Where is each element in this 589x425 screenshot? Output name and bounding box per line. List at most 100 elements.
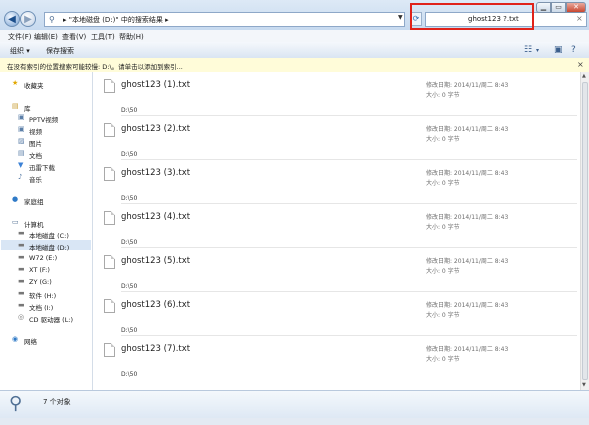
breadcrumb-arrow-end[interactable]: ▸: [165, 16, 169, 24]
drive-icon: ▬: [18, 241, 25, 249]
text-file-icon: [104, 343, 115, 357]
file-name[interactable]: ghost123 (6).txt: [121, 300, 190, 310]
star-icon: ★: [12, 79, 19, 87]
text-file-icon: [104, 299, 115, 313]
close-button[interactable]: ✕: [566, 2, 586, 13]
help-icon[interactable]: ?: [571, 45, 576, 55]
file-name[interactable]: ghost123 (2).txt: [121, 124, 190, 134]
file-path: D:\50: [121, 107, 138, 114]
menu-edit[interactable]: 编辑(E): [34, 32, 58, 42]
file-path: D:\50: [121, 239, 138, 246]
info-bar-close-icon[interactable]: ×: [577, 60, 584, 69]
info-bar-text[interactable]: 在没有索引的位置搜索可能较慢: D:\。请单击以添加到索引...: [7, 61, 183, 71]
sidebar-item-thunder-downloads[interactable]: 迅雷下载: [29, 162, 55, 172]
sidebar-item-pictures[interactable]: 图片: [29, 138, 42, 148]
view-dropdown-icon[interactable]: ▾: [536, 47, 539, 54]
sidebar-item-drive-h[interactable]: 软件 (H:): [29, 290, 56, 300]
breadcrumb-arrow: ▸: [63, 16, 67, 24]
sidebar-item-videos[interactable]: 视频: [29, 126, 42, 136]
maximize-button[interactable]: ▭: [551, 2, 566, 13]
file-name[interactable]: ghost123 (1).txt: [121, 80, 190, 90]
file-name[interactable]: ghost123 (3).txt: [121, 168, 190, 178]
library-icon: ▤: [12, 102, 19, 110]
list-item[interactable]: ghost123 (2).txt 修改日期: 2014/11/周二 8:43 大…: [93, 116, 580, 160]
back-button[interactable]: ◀: [4, 11, 20, 27]
sidebar-item-cd-drive[interactable]: CD 驱动器 (L:): [29, 314, 73, 324]
menu-file[interactable]: 文件(F): [8, 32, 32, 42]
command-bar: 组织 ▾ 保存搜索 ☷ ▾ ▣ ?: [0, 42, 589, 59]
menu-tools[interactable]: 工具(T): [91, 32, 115, 42]
drive-icon: ▬: [18, 301, 25, 309]
scroll-thumb[interactable]: [582, 82, 588, 380]
sidebar-item-documents[interactable]: 文档: [29, 150, 42, 160]
minimize-button[interactable]: ▁: [536, 2, 551, 13]
file-size: 大小: 0 字节: [426, 312, 460, 319]
file-size: 大小: 0 字节: [426, 224, 460, 231]
list-item[interactable]: ghost123 (5).txt 修改日期: 2014/11/周二 8:43 大…: [93, 248, 580, 292]
organize-button[interactable]: 组织 ▾: [10, 46, 30, 56]
file-name[interactable]: ghost123 (4).txt: [121, 212, 190, 222]
address-dropdown-icon[interactable]: ▼: [398, 14, 403, 21]
sidebar-item-computer[interactable]: 计算机: [24, 219, 44, 229]
scroll-down-icon[interactable]: ▼: [582, 382, 586, 388]
list-item[interactable]: ghost123 (3).txt 修改日期: 2014/11/周二 8:43 大…: [93, 160, 580, 204]
text-file-icon: [104, 123, 115, 137]
file-size: 大小: 0 字节: [426, 356, 460, 363]
drive-icon: ▬: [18, 289, 25, 297]
save-search-button[interactable]: 保存搜索: [46, 46, 74, 56]
file-modified: 修改日期: 2014/11/周二 8:43: [426, 302, 509, 309]
sidebar-item-music[interactable]: 音乐: [29, 174, 42, 184]
sidebar-item-drive-d[interactable]: 本地磁盘 (D:): [29, 242, 69, 252]
document-icon: ▤: [18, 149, 25, 157]
sidebar-item-library[interactable]: 库: [24, 103, 31, 113]
list-item[interactable]: ghost123 (4).txt 修改日期: 2014/11/周二 8:43 大…: [93, 204, 580, 248]
network-icon: ◉: [12, 335, 19, 343]
cd-drive-icon: ◎: [18, 313, 25, 321]
breadcrumb-current[interactable]: "本地磁盘 (D:)" 中的搜索结果: [69, 16, 163, 24]
clear-search-icon[interactable]: ×: [576, 14, 583, 23]
menu-bar: 文件(F) 编辑(E) 查看(V) 工具(T) 帮助(H): [0, 30, 589, 42]
file-name[interactable]: ghost123 (5).txt: [121, 256, 190, 266]
search-highlight-box: [410, 3, 534, 30]
file-path: D:\50: [121, 151, 138, 158]
search-icon: ⚲: [9, 393, 23, 414]
file-name[interactable]: ghost123 (7).txt: [121, 344, 190, 354]
sidebar-item-drive-i[interactable]: 文档 (I:): [29, 302, 53, 312]
sidebar-item-favorites[interactable]: 收藏夹: [24, 80, 44, 90]
sidebar-item-homegroup[interactable]: 家庭组: [24, 196, 44, 206]
index-info-bar[interactable]: 在没有索引的位置搜索可能较慢: D:\。请单击以添加到索引... ×: [0, 58, 589, 73]
search-results-list: ghost123 (1).txt 修改日期: 2014/11/周二 8:43 大…: [93, 72, 580, 390]
video-icon: ▣: [18, 125, 25, 133]
search-results-icon: ⚲: [49, 15, 55, 24]
file-size: 大小: 0 字节: [426, 92, 460, 99]
menu-view[interactable]: 查看(V): [62, 32, 86, 42]
menu-help[interactable]: 帮助(H): [119, 32, 144, 42]
music-icon: ♪: [18, 173, 23, 181]
list-item[interactable]: ghost123 (6).txt 修改日期: 2014/11/周二 8:43 大…: [93, 292, 580, 336]
sidebar-item-drive-g[interactable]: ZY (G:): [29, 278, 52, 286]
file-modified: 修改日期: 2014/11/周二 8:43: [426, 126, 509, 133]
sidebar-item-drive-f[interactable]: XT (F:): [29, 266, 50, 274]
file-path: D:\50: [121, 283, 138, 290]
download-icon: ▼: [18, 161, 24, 169]
sidebar-item-pptv[interactable]: PPTV视频: [29, 114, 58, 124]
file-path: D:\50: [121, 371, 138, 378]
view-options-icon[interactable]: ☷: [524, 45, 532, 55]
list-item[interactable]: ghost123 (1).txt 修改日期: 2014/11/周二 8:43 大…: [93, 72, 580, 116]
vertical-scrollbar[interactable]: ▲ ▼: [580, 72, 589, 390]
sidebar-item-network[interactable]: 网络: [24, 336, 37, 346]
address-bar-area: ◀ ▶ ⚲ ▸ "本地磁盘 (D:)" 中的搜索结果 ▸ ▼ ⟳ ghost12…: [0, 0, 589, 30]
list-item[interactable]: ghost123 (7).txt 修改日期: 2014/11/周二 8:43 大…: [93, 336, 580, 380]
scroll-up-icon[interactable]: ▲: [582, 73, 586, 79]
sidebar-item-drive-e[interactable]: W72 (E:): [29, 254, 57, 262]
text-file-icon: [104, 211, 115, 225]
forward-button[interactable]: ▶: [20, 11, 36, 27]
address-path[interactable]: ▸ "本地磁盘 (D:)" 中的搜索结果 ▸: [63, 15, 169, 25]
file-modified: 修改日期: 2014/11/周二 8:43: [426, 258, 509, 265]
sidebar-item-drive-c[interactable]: 本地磁盘 (C:): [29, 230, 69, 240]
preview-pane-icon[interactable]: ▣: [554, 45, 563, 55]
file-modified: 修改日期: 2014/11/周二 8:43: [426, 346, 509, 353]
address-bar[interactable]: ⚲ ▸ "本地磁盘 (D:)" 中的搜索结果 ▸: [44, 12, 405, 27]
drive-icon: ▬: [18, 229, 25, 237]
text-file-icon: [104, 167, 115, 181]
